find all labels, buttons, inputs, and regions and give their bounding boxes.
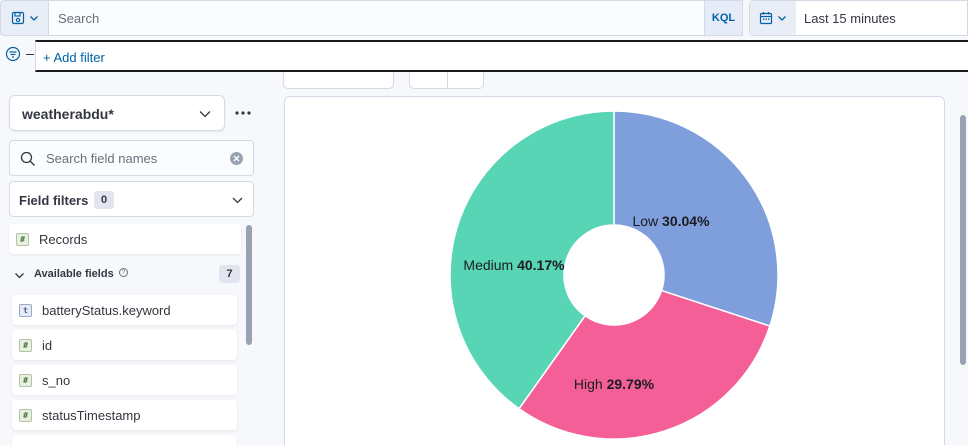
- slice-name: High: [574, 376, 607, 392]
- field-filters-count-badge: 0: [94, 191, 114, 209]
- number-type-icon: #: [16, 233, 29, 246]
- divider: [26, 54, 34, 55]
- query-bar: KQL Last 15 minutes: [0, 0, 968, 38]
- chevron-down-icon: [29, 16, 38, 21]
- filter-icon: [5, 46, 21, 62]
- field-sidebar: weatherabdu* Field filters 0: [0, 80, 262, 445]
- chevron-down-icon: [778, 16, 786, 21]
- filter-row: + Add filter: [0, 38, 968, 72]
- field-item[interactable]: [12, 435, 237, 445]
- slice-label-low: Low 30.04%: [632, 213, 710, 229]
- field-search: [9, 140, 254, 176]
- slice-name: Medium: [463, 257, 517, 273]
- search-icon: [20, 151, 35, 166]
- chevron-down-icon: [232, 197, 243, 204]
- field-item[interactable]: # id: [12, 330, 237, 360]
- date-picker[interactable]: Last 15 minutes: [749, 0, 968, 36]
- number-type-icon: #: [19, 339, 32, 352]
- available-fields-label: Available fields: [34, 268, 114, 280]
- sidebar-scrollbar[interactable]: [245, 225, 253, 445]
- calendar-icon: [759, 12, 773, 25]
- field-item[interactable]: t batteryStatus.keyword: [12, 295, 237, 325]
- field-item[interactable]: # s_no: [12, 365, 237, 395]
- chart-toolbar-button[interactable]: [283, 72, 394, 89]
- scrollbar-thumb[interactable]: [246, 225, 252, 345]
- filter-bar: + Add filter: [35, 40, 968, 72]
- time-range-label[interactable]: Last 15 minutes: [804, 11, 896, 26]
- index-pattern-name: weatherabdu*: [22, 106, 114, 122]
- main-scrollbar[interactable]: [958, 100, 968, 445]
- field-label: Records: [39, 232, 88, 247]
- string-type-icon: t: [19, 304, 32, 317]
- field-search-input[interactable]: [46, 141, 226, 175]
- slice-percentage: 29.79%: [607, 376, 655, 392]
- available-fields-count-badge: 7: [219, 265, 240, 283]
- chart-toolbar-button-group[interactable]: [409, 72, 484, 89]
- filter-menu-button[interactable]: [3, 44, 23, 64]
- divider: [447, 72, 448, 88]
- chart-panel: Low 30.04% High 29.79% Medium 40.17%: [284, 96, 945, 445]
- number-type-icon: #: [19, 374, 32, 387]
- chevron-down-icon: [199, 111, 211, 118]
- slice-percentage: 40.17%: [517, 257, 565, 273]
- field-label: s_no: [42, 373, 71, 388]
- field-filters-toggle[interactable]: Field filters 0: [9, 181, 254, 217]
- saved-query-button[interactable]: [0, 0, 49, 36]
- number-type-icon: #: [19, 409, 32, 422]
- field-label: statusTimestamp: [42, 408, 141, 423]
- donut-chart: Low 30.04% High 29.79% Medium 40.17%: [449, 110, 779, 440]
- field-label: batteryStatus.keyword: [42, 303, 171, 318]
- index-pattern-selector[interactable]: weatherabdu*: [9, 95, 225, 131]
- slice-label-medium: Medium 40.17%: [463, 257, 565, 273]
- save-icon: [11, 11, 24, 25]
- field-filters-label: Field filters: [19, 193, 89, 208]
- field-item[interactable]: # statusTimestamp: [12, 400, 237, 430]
- ellipsis-icon: [235, 111, 251, 115]
- info-icon[interactable]: ?: [119, 268, 128, 277]
- add-filter-button[interactable]: + Add filter: [43, 50, 105, 65]
- search-bar: KQL: [49, 0, 743, 36]
- slice-percentage: 30.04%: [662, 213, 710, 229]
- quick-select-button[interactable]: [750, 1, 796, 35]
- chevron-down-icon: [15, 273, 24, 279]
- field-label: id: [42, 338, 53, 353]
- slice-name: Low: [632, 213, 662, 229]
- query-language-button[interactable]: KQL: [704, 1, 742, 35]
- available-fields-header[interactable]: Available fields ? 7: [9, 265, 241, 285]
- more-options-button[interactable]: [232, 107, 254, 119]
- clear-icon[interactable]: [230, 152, 243, 165]
- field-item-records[interactable]: # Records: [9, 224, 241, 254]
- slice-label-high: High 29.79%: [574, 376, 655, 392]
- scrollbar-thumb[interactable]: [960, 115, 966, 365]
- search-input[interactable]: [49, 1, 704, 35]
